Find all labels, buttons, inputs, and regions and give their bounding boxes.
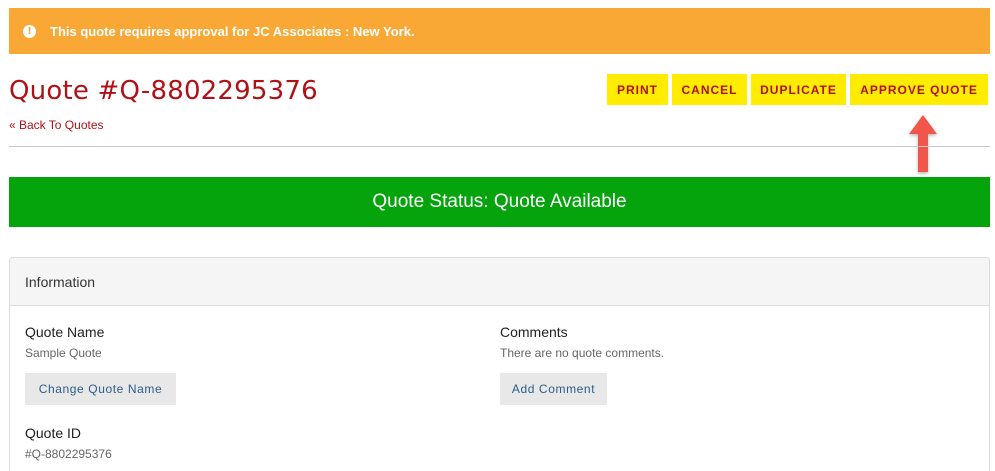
- cancel-button[interactable]: CANCEL: [672, 74, 747, 105]
- comments-value: There are no quote comments.: [500, 346, 665, 360]
- duplicate-button[interactable]: DUPLICATE: [751, 74, 846, 105]
- add-comment-button[interactable]: Add Comment: [500, 373, 607, 405]
- alert-message: This quote requires approval for JC Asso…: [50, 23, 415, 39]
- quote-id-label: Quote ID: [25, 425, 82, 441]
- quote-name-value: Sample Quote: [25, 346, 102, 360]
- back-to-quotes-link[interactable]: « Back To Quotes: [9, 118, 104, 132]
- information-panel: Information Quote Name Sample Quote Chan…: [9, 257, 990, 471]
- quote-id-value: #Q-8802295376: [25, 447, 112, 461]
- change-quote-name-button[interactable]: Change Quote Name: [25, 373, 176, 405]
- page-title: Quote #Q-8802295376: [9, 76, 318, 106]
- approval-alert-banner: ! This quote requires approval for JC As…: [9, 8, 990, 54]
- quote-status-banner: Quote Status: Quote Available: [9, 177, 990, 227]
- approve-quote-button[interactable]: APPROVE QUOTE: [850, 74, 988, 105]
- comments-label: Comments: [500, 324, 568, 340]
- quote-actions-toolbar: PRINT CANCEL DUPLICATE APPROVE QUOTE: [607, 74, 988, 105]
- annotation-arrow-icon: [909, 115, 937, 172]
- print-button[interactable]: PRINT: [607, 74, 668, 105]
- information-panel-heading: Information: [10, 258, 989, 306]
- header-divider: [9, 146, 990, 147]
- quote-name-label: Quote Name: [25, 324, 105, 340]
- exclamation-icon: !: [23, 24, 36, 38]
- quote-status-text: Quote Status: Quote Available: [372, 191, 627, 212]
